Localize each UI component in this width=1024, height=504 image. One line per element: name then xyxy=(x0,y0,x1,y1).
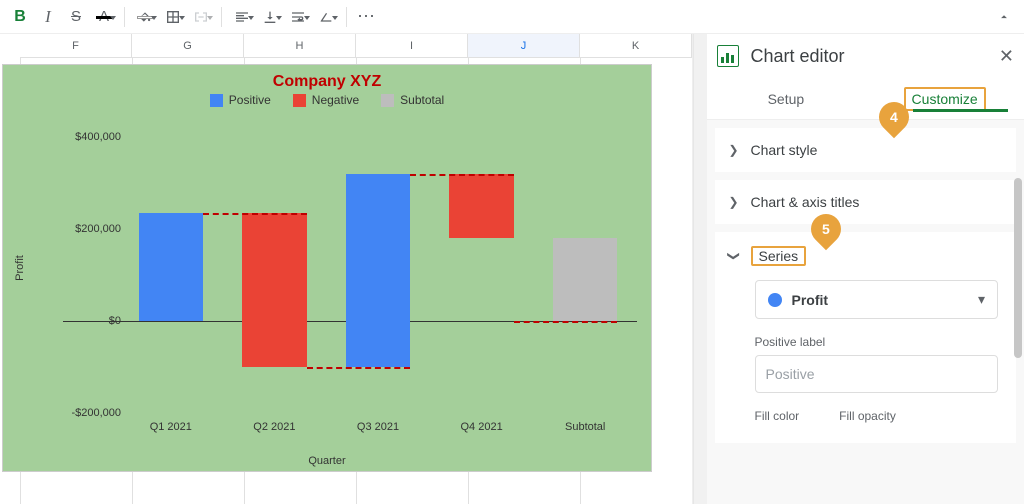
collapse-toolbar-button[interactable] xyxy=(990,3,1018,31)
text-color-button[interactable]: A xyxy=(90,3,118,31)
rotate-icon xyxy=(318,9,334,25)
chevron-up-icon xyxy=(997,10,1011,24)
fill-color-button[interactable] xyxy=(131,3,159,31)
section-series: ❯ Series 5 Profit ▾ Positive label Fill … xyxy=(715,232,1017,443)
chevron-right-icon: ❯ xyxy=(725,143,743,157)
close-panel-button[interactable]: ✕ xyxy=(999,46,1014,67)
chart-legend: Positive Negative Subtotal xyxy=(3,93,651,111)
chevron-right-icon: ❯ xyxy=(725,195,743,209)
chart-plot-area: -$200,000$0$200,000$400,000Q1 2021Q2 202… xyxy=(63,137,637,413)
waterfall-bar xyxy=(139,213,203,321)
panel-title: Chart editor xyxy=(751,46,845,67)
y-tick-label: -$200,000 xyxy=(65,407,121,419)
caret-down-icon: ▾ xyxy=(978,291,985,308)
panel-header: Chart editor ✕ xyxy=(707,34,1024,78)
fill-color-label: Fill color xyxy=(755,409,800,423)
waterfall-bar xyxy=(449,174,513,238)
column-headers: F G H I J K xyxy=(0,34,692,58)
strikethrough-button[interactable]: S xyxy=(62,3,90,31)
waterfall-bar xyxy=(242,213,306,367)
fill-opacity-label: Fill opacity xyxy=(839,409,896,423)
x-tick-label: Q1 2021 xyxy=(119,421,223,433)
x-tick-label: Q4 2021 xyxy=(430,421,534,433)
chart-icon xyxy=(717,45,739,67)
rotate-button[interactable] xyxy=(312,3,340,31)
waterfall-bar xyxy=(553,238,617,321)
h-align-button[interactable] xyxy=(228,3,256,31)
series-selector[interactable]: Profit ▾ xyxy=(755,280,999,319)
more-button[interactable]: ⋯ xyxy=(353,3,381,31)
x-tick-label: Q3 2021 xyxy=(326,421,430,433)
borders-icon xyxy=(165,9,181,25)
legend-label: Subtotal xyxy=(400,93,444,107)
x-axis-label: Quarter xyxy=(308,455,345,467)
positive-label-input[interactable] xyxy=(755,355,999,393)
section-chart-style: ❯ Chart style xyxy=(715,128,1017,172)
section-head-series[interactable]: ❯ Series xyxy=(715,232,1017,280)
section-head-chart-style[interactable]: ❯ Chart style xyxy=(715,128,1017,172)
borders-button[interactable] xyxy=(159,3,187,31)
waterfall-bar xyxy=(346,174,410,367)
v-align-button[interactable] xyxy=(256,3,284,31)
x-tick-label: Subtotal xyxy=(533,421,637,433)
col-header[interactable]: H xyxy=(244,34,356,58)
x-tick-label: Q2 2021 xyxy=(223,421,327,433)
vertical-scrollbar[interactable] xyxy=(693,34,707,504)
chevron-down-icon: ❯ xyxy=(727,247,741,265)
legend-label: Negative xyxy=(312,93,359,107)
series-selected-label: Profit xyxy=(792,292,829,308)
col-header[interactable]: F xyxy=(20,34,132,58)
merge-cells-button[interactable] xyxy=(187,3,215,31)
chart-editor-panel: Chart editor ✕ Setup Customize 4 ❯ Chart… xyxy=(707,34,1024,504)
section-chart-axis-titles: ❯ Chart & axis titles xyxy=(715,180,1017,224)
col-header[interactable]: I xyxy=(356,34,468,58)
section-label: Series xyxy=(751,246,807,266)
wrap-icon xyxy=(290,9,306,25)
spreadsheet-area: F G H I J K Company XYZ Positive Negativ… xyxy=(0,34,693,504)
col-header[interactable]: K xyxy=(580,34,692,58)
y-tick-label: $400,000 xyxy=(65,131,121,143)
merge-icon xyxy=(193,9,209,25)
panel-sections[interactable]: ❯ Chart style ❯ Chart & axis titles ❯ Se… xyxy=(707,120,1024,504)
panel-tabs: Setup Customize xyxy=(707,78,1024,120)
y-axis-label: Profit xyxy=(14,255,26,281)
italic-button[interactable]: I xyxy=(34,3,62,31)
col-header[interactable]: J xyxy=(468,34,580,58)
tab-customize-label: Customize xyxy=(904,87,986,111)
embedded-chart[interactable]: Company XYZ Positive Negative Subtotal P… xyxy=(2,64,652,472)
y-tick-label: $200,000 xyxy=(65,223,121,235)
positive-label-field-label: Positive label xyxy=(755,335,999,349)
bold-button[interactable]: B xyxy=(6,3,34,31)
chart-title: Company XYZ xyxy=(3,65,651,93)
legend-label: Positive xyxy=(229,93,271,107)
spreadsheet-grid[interactable]: Company XYZ Positive Negative Subtotal P… xyxy=(0,58,692,504)
section-head-axis-titles[interactable]: ❯ Chart & axis titles xyxy=(715,180,1017,224)
section-label: Chart & axis titles xyxy=(751,194,860,210)
align-left-icon xyxy=(234,9,250,25)
series-color-swatch xyxy=(768,293,782,307)
valign-bottom-icon xyxy=(262,9,278,25)
section-label: Chart style xyxy=(751,142,818,158)
col-header[interactable]: G xyxy=(132,34,244,58)
wrap-button[interactable] xyxy=(284,3,312,31)
tab-setup[interactable]: Setup xyxy=(707,91,866,107)
format-toolbar: B I S A ⋯ xyxy=(0,0,1024,34)
panel-scroll-track[interactable] xyxy=(1012,78,1024,504)
panel-scroll-thumb[interactable] xyxy=(1014,178,1022,358)
